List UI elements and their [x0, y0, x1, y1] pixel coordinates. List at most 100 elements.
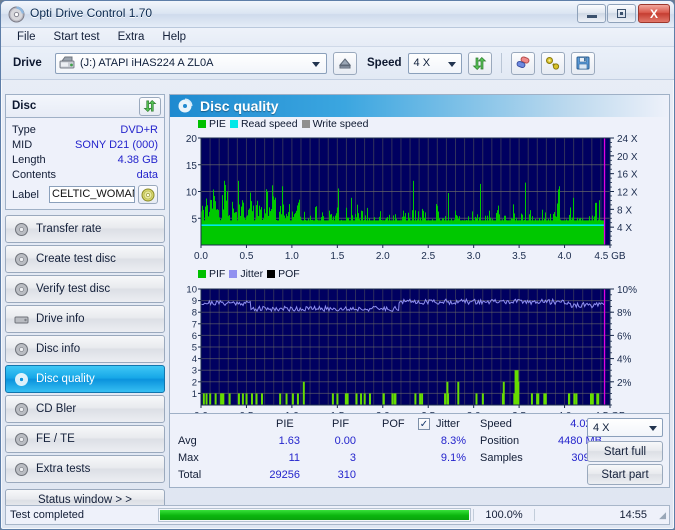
pif-total: 310: [337, 469, 356, 481]
svg-text:4 X: 4 X: [617, 223, 632, 234]
jitter-checkbox[interactable]: ✓: [418, 418, 430, 430]
sidebar-item-drive-info[interactable]: Drive info: [5, 305, 165, 333]
menu-bar: File Start test Extra Help: [1, 28, 674, 47]
svg-text:1: 1: [192, 389, 197, 400]
sidebar-item-label: Verify test disc: [36, 283, 111, 295]
disc-icon: [15, 342, 28, 356]
svg-text:3.0: 3.0: [467, 251, 481, 262]
disc-icon: [15, 402, 28, 416]
svg-text:8 X: 8 X: [617, 205, 632, 216]
svg-text:0.0: 0.0: [194, 251, 208, 262]
panel-header: Disc quality: [170, 95, 669, 117]
sidebar-item-extra-tests[interactable]: Extra tests: [5, 455, 165, 483]
legend-swatch-jitter: [229, 270, 238, 278]
legend-item-write-speed: Write speed: [301, 118, 368, 130]
menu-extra[interactable]: Extra: [110, 29, 153, 45]
sidebar-item-cd-bler[interactable]: CD Bler: [5, 395, 165, 423]
svg-text:24 X: 24 X: [617, 134, 638, 145]
refresh-button[interactable]: [467, 51, 492, 75]
disc-label-button[interactable]: [138, 185, 158, 204]
elapsed-time: 14:55: [619, 509, 647, 521]
col-header-jitter: Jitter: [436, 418, 460, 430]
drive-label: Drive: [13, 57, 42, 69]
jitter-avg: 8.3%: [440, 435, 466, 447]
svg-text:1.0: 1.0: [285, 251, 299, 262]
disc-icon: [178, 98, 193, 113]
menu-file[interactable]: File: [9, 29, 44, 45]
svg-text:4.0: 4.0: [558, 251, 572, 262]
eject-button[interactable]: [333, 51, 357, 75]
legend-item-pif: PIF: [198, 268, 225, 280]
refresh-icon: [143, 99, 157, 113]
save-icon: [576, 56, 590, 70]
progress-fill: [160, 510, 469, 520]
nav-list: Transfer rate Create test disc Verify te…: [5, 215, 165, 483]
row-label-avg: Avg: [178, 435, 197, 447]
svg-text:6%: 6%: [617, 331, 632, 342]
sidebar-item-label: Drive info: [36, 313, 85, 325]
svg-text:2.5: 2.5: [421, 251, 435, 262]
sidebar-item-label: Disc quality: [36, 373, 95, 385]
pif-jitter-chart[interactable]: 123456789102%4%6%8%10%0.00.51.01.52.02.5…: [170, 281, 669, 427]
sidebar-item-create-test-disc[interactable]: Create test disc: [5, 245, 165, 273]
pie-quality-chart[interactable]: 5 10 15 20 4 X 8 X 12 X 16 X 20 X 24 X 0.0 0.5 1.0 1.…: [170, 130, 669, 267]
disc-info-row: Contents data: [12, 167, 158, 182]
app-window: Opti Drive Control 1.70 X File Start tes…: [0, 0, 675, 530]
disc-panel-title: Disc: [12, 100, 37, 112]
speed-select[interactable]: 4 X: [407, 52, 462, 74]
svg-text:8%: 8%: [617, 308, 632, 319]
start-part-button[interactable]: Start part: [587, 464, 663, 485]
disc-type-label: Type: [12, 123, 36, 136]
minimize-icon: [586, 15, 597, 18]
progress-percent: 100.0%: [473, 509, 535, 521]
resize-grip-icon[interactable]: ◢: [655, 510, 669, 521]
disc-icon: [15, 282, 28, 296]
svg-text:9: 9: [192, 296, 197, 307]
sidebar-item-transfer-rate[interactable]: Transfer rate: [5, 215, 165, 243]
sidebar-item-fe-te[interactable]: FE / TE: [5, 425, 165, 453]
sidebar-item-label: FE / TE: [36, 433, 75, 445]
disc-panel-header: Disc: [5, 94, 165, 117]
status-bar: Test completed 100.0% 14:55 ◢: [5, 505, 670, 525]
drive-select[interactable]: (J:) ATAPI iHAS224 A ZL0A: [55, 52, 327, 74]
svg-text:3.5: 3.5: [512, 251, 526, 262]
save-button[interactable]: [570, 51, 595, 75]
legend-label: PIF: [209, 268, 226, 280]
maximize-button[interactable]: [607, 4, 636, 23]
minimize-button[interactable]: [577, 4, 606, 23]
refresh-icon: [472, 56, 487, 70]
tools-button[interactable]: [540, 51, 565, 75]
drive-toolbar: Drive (J:) ATAPI iHAS224 A ZL0A Speed 4 …: [1, 47, 674, 80]
test-speed-select[interactable]: 4 X: [587, 418, 663, 437]
close-button[interactable]: X: [638, 4, 670, 23]
sidebar-item-disc-info[interactable]: Disc info: [5, 335, 165, 363]
disc-info-row: Type DVD+R: [12, 122, 158, 137]
disc-refresh-button[interactable]: [139, 96, 161, 116]
erase-button[interactable]: [510, 51, 535, 75]
status-text: Test completed: [10, 509, 84, 521]
svg-text:1.5: 1.5: [330, 251, 344, 262]
disc-label-input[interactable]: CELTIC_WOMAN: [49, 186, 135, 203]
disc-length-label: Length: [12, 153, 46, 166]
svg-text:3: 3: [192, 366, 197, 377]
legend-swatch-read-speed: [229, 120, 238, 128]
legend-label: Jitter: [240, 268, 264, 280]
pie-total: 29256: [269, 469, 300, 481]
stats-panel: PIE PIF POF ✓ Jitter Avg Max Total 1.63 …: [170, 413, 669, 487]
legend-label: Read speed: [240, 118, 298, 130]
sidebar-item-disc-quality[interactable]: Disc quality: [5, 365, 165, 393]
svg-text:10: 10: [186, 285, 197, 296]
speed-value: 4 X: [413, 57, 431, 69]
legend-item-read-speed: Read speed: [229, 118, 298, 130]
app-disc-icon: [8, 6, 25, 23]
sidebar-item-verify-test-disc[interactable]: Verify test disc: [5, 275, 165, 303]
menu-start-test[interactable]: Start test: [46, 29, 108, 45]
title-bar: Opti Drive Control 1.70 X: [1, 1, 674, 28]
start-full-button[interactable]: Start full: [587, 441, 663, 462]
menu-help[interactable]: Help: [154, 29, 194, 45]
drive-icon: [14, 316, 29, 323]
legend-label: PIE: [209, 118, 226, 130]
disc-length-value: 4.38 GB: [117, 153, 158, 166]
main-area: Disc Type DVD+R MID SONY D21 (000) Lengt…: [5, 94, 670, 511]
disc-label-label: Label: [12, 188, 39, 201]
